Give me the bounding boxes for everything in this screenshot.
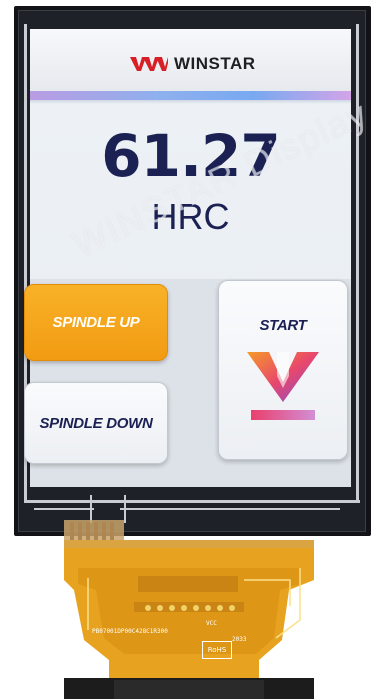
hardness-unit: HRC <box>151 196 230 237</box>
brand-logo: WINSTAR <box>130 53 256 75</box>
touch-trace <box>90 495 92 523</box>
hardness-reading: 61.27 <box>101 122 280 190</box>
touch-trace <box>356 24 359 502</box>
brand-name: WINSTAR <box>174 54 256 73</box>
header-divider <box>30 91 351 104</box>
touch-trace <box>120 508 340 510</box>
flex-part-number: PB07001DP00C428C1R300 <box>92 628 168 635</box>
touch-trace <box>34 508 94 510</box>
flex-date-code: 2033 <box>232 636 247 643</box>
flex-cable <box>64 520 314 699</box>
spindle-down-label: SPINDLE DOWN <box>39 414 153 432</box>
header-bar: WINSTAR <box>30 29 351 91</box>
start-button[interactable]: START <box>218 280 348 460</box>
touch-trace <box>124 495 126 523</box>
spindle-down-button[interactable]: SPINDLE DOWN <box>24 382 168 464</box>
flex-vcc-label: VCC <box>206 620 217 627</box>
spindle-up-button[interactable]: SPINDLE UP <box>24 284 168 361</box>
winstar-wave-logo-icon <box>130 57 168 71</box>
download-arrow-icon <box>247 352 319 420</box>
touch-trace <box>24 500 360 503</box>
start-label: START <box>259 317 307 334</box>
rohs-mark: RoHS <box>202 641 232 659</box>
spindle-up-label: SPINDLE UP <box>52 314 140 331</box>
